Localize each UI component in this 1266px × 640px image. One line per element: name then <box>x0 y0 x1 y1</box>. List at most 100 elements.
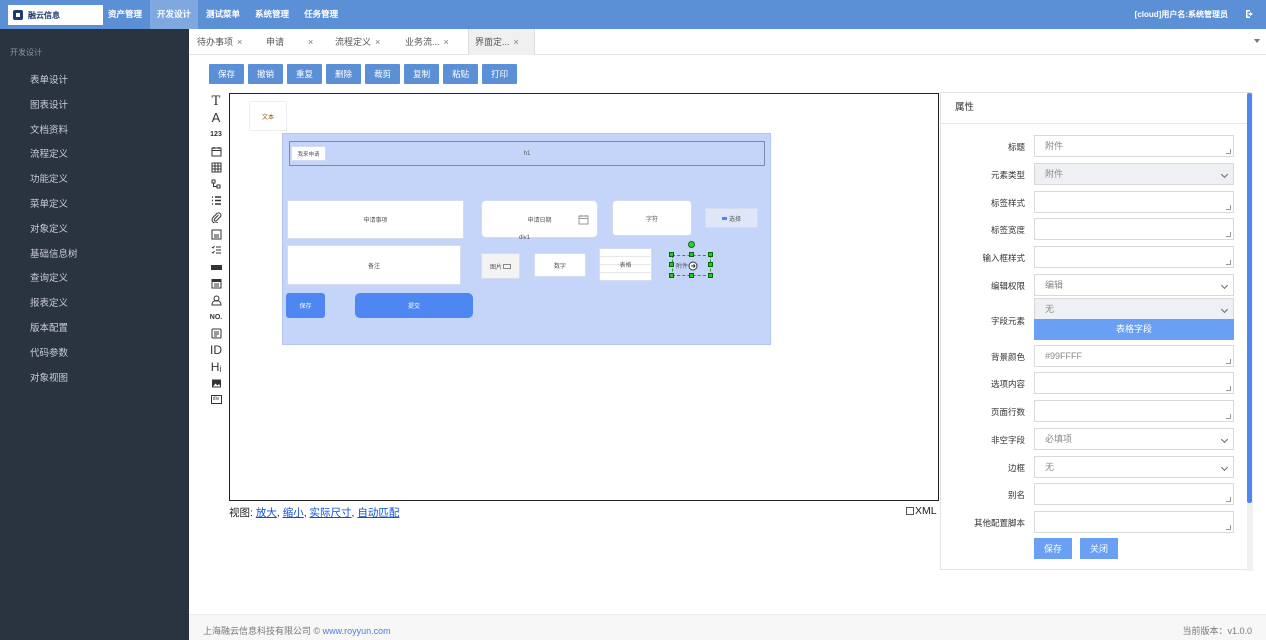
resize-handle[interactable] <box>669 252 674 257</box>
image-field[interactable]: 图片 <box>481 253 520 279</box>
tab-apply[interactable]: 申请 × <box>266 29 326 55</box>
required-select[interactable]: 必填项 <box>1034 428 1234 450</box>
copy-button[interactable]: 复制 <box>404 64 440 84</box>
note-field[interactable]: 备注 <box>287 245 461 285</box>
title-input[interactable]: 附件 <box>1034 135 1234 157</box>
item-field[interactable]: 申请事项 <box>287 200 464 239</box>
number-tool-icon[interactable]: 123 <box>207 126 225 143</box>
text-element[interactable]: 文本 <box>249 101 287 131</box>
sidebar-item-process-def[interactable]: 流程定义 <box>0 143 189 168</box>
border-select[interactable]: 无 <box>1034 456 1234 478</box>
site-link[interactable]: www.royyun.com <box>323 626 391 636</box>
paste-button[interactable]: 粘贴 <box>443 64 479 84</box>
tab-dropdown-icon[interactable] <box>1254 39 1260 43</box>
xml-checkbox[interactable] <box>906 507 914 515</box>
sidebar-item-object-def[interactable]: 对象定义 <box>0 218 189 243</box>
topnav-item-tasks[interactable]: 任务管理 <box>297 0 345 29</box>
upload-circle-icon[interactable] <box>688 261 698 271</box>
select-field[interactable]: 选择 <box>705 208 758 228</box>
calendar-icon[interactable] <box>578 214 589 225</box>
tab-close-icon[interactable]: × <box>514 37 519 47</box>
sidebar-item-report-def[interactable]: 报表定义 <box>0 292 189 317</box>
sidebar-item-query-def[interactable]: 查询定义 <box>0 267 189 292</box>
attachment-tool-icon[interactable] <box>207 209 225 226</box>
resize-grip-icon[interactable] <box>1226 414 1231 419</box>
topnav-item-test-menu[interactable]: 测试菜单 <box>199 0 247 29</box>
sidebar-item-code-params[interactable]: 代码参数 <box>0 342 189 367</box>
form-tool-icon[interactable] <box>207 325 225 342</box>
page-rows-input[interactable] <box>1034 400 1234 422</box>
design-canvas[interactable]: 文本 h1 我来申请 申请事项 申请日期 字符 选择 div1 备注 图片 数字… <box>229 93 939 501</box>
zoom-out-link[interactable]: 缩小 <box>283 507 304 519</box>
tab-close-icon[interactable]: × <box>375 37 380 47</box>
sidebar-item-menu-def[interactable]: 菜单定义 <box>0 193 189 218</box>
string-field[interactable]: 字符 <box>612 200 692 236</box>
table-tool-icon[interactable] <box>207 159 225 176</box>
date-tool-icon[interactable] <box>207 143 225 160</box>
topnav-item-dev-design[interactable]: 开发设计 <box>150 0 199 29</box>
actual-size-link[interactable]: 实际尺寸 <box>310 507 352 519</box>
list-tool-icon[interactable] <box>207 193 225 210</box>
sidebar-item-documents[interactable]: 文档资料 <box>0 119 189 144</box>
calendar-tool-icon[interactable] <box>207 276 225 293</box>
tab-close-icon[interactable]: × <box>308 37 313 47</box>
props-save-button[interactable]: 保存 <box>1034 538 1073 559</box>
text-tool-icon[interactable]: T <box>207 93 225 110</box>
app-logo[interactable]: 融云信息 <box>8 5 103 25</box>
sidebar-item-chart-design[interactable]: 图表设计 <box>0 94 189 119</box>
tab-process-def[interactable]: 流程定义 × <box>335 29 380 55</box>
label-width-input[interactable] <box>1034 218 1234 240</box>
delete-button[interactable]: 删除 <box>326 64 362 84</box>
input-style-input[interactable] <box>1034 246 1234 268</box>
zoom-in-link[interactable]: 放大 <box>256 507 277 519</box>
resize-handle[interactable] <box>689 273 694 278</box>
resize-grip-icon[interactable] <box>1226 260 1231 265</box>
user-tool-icon[interactable] <box>207 292 225 309</box>
other-script-input[interactable] <box>1034 511 1234 533</box>
resize-grip-icon[interactable] <box>1226 232 1231 237</box>
xml-toggle[interactable]: XML <box>906 505 937 517</box>
date-field[interactable]: 申请日期 <box>481 200 598 238</box>
resize-grip-icon[interactable] <box>1226 149 1231 154</box>
number-field[interactable]: 数字 <box>534 253 586 277</box>
heading-tool-icon[interactable]: Hᵢ <box>207 359 225 376</box>
tab-business-flow[interactable]: 业务流... × <box>405 29 449 55</box>
resize-grip-icon[interactable] <box>1226 386 1231 391</box>
textarea-tool-icon[interactable] <box>207 226 225 243</box>
element-type-select[interactable]: 附件 <box>1034 163 1234 185</box>
field-element-select[interactable]: 无 <box>1034 298 1234 320</box>
topnav-item-assets[interactable]: 资产管理 <box>101 0 149 29</box>
scrollbar-thumb[interactable] <box>1247 93 1252 503</box>
bg-color-input[interactable]: #99FFFF <box>1034 345 1234 367</box>
resize-grip-icon[interactable] <box>1226 497 1231 502</box>
rotate-handle-icon[interactable] <box>688 241 695 248</box>
save-button[interactable]: 保存 <box>209 64 245 84</box>
serial-number-tool-icon[interactable]: NO. <box>207 309 225 326</box>
resize-grip-icon[interactable] <box>1226 205 1231 210</box>
sidebar-item-base-tree[interactable]: 基础信息树 <box>0 243 189 268</box>
tab-close-icon[interactable]: × <box>237 37 242 47</box>
cut-button[interactable]: 裁剪 <box>365 64 401 84</box>
sidebar-item-form-design[interactable]: 表单设计 <box>0 69 189 94</box>
sidebar-item-function-def[interactable]: 功能定义 <box>0 168 189 193</box>
undo-button[interactable]: 撤销 <box>248 64 284 84</box>
sidebar-item-object-view[interactable]: 对象视图 <box>0 367 189 392</box>
topnav-item-system[interactable]: 系统管理 <box>248 0 296 29</box>
h1-element[interactable]: h1 <box>289 141 765 166</box>
logout-icon[interactable] <box>1245 9 1255 19</box>
table-field[interactable]: 表格 <box>599 248 652 281</box>
image-tool-icon[interactable] <box>207 375 225 392</box>
div-tool-icon[interactable]: div <box>210 394 222 404</box>
print-button[interactable]: 打印 <box>482 64 518 84</box>
user-name[interactable]: [cloud]用户名:系统管理员 <box>1135 0 1228 29</box>
form-container[interactable]: h1 我来申请 申请事项 申请日期 字符 选择 div1 备注 图片 数字 表格… <box>282 133 771 345</box>
form-save-button[interactable]: 保存 <box>286 293 325 318</box>
auto-fit-link[interactable]: 自动匹配 <box>357 507 399 519</box>
id-tool-icon[interactable]: ID <box>207 342 225 359</box>
panel-scrollbar[interactable] <box>1247 93 1253 571</box>
sidebar-item-version-config[interactable]: 版本配置 <box>0 317 189 342</box>
resize-handle[interactable] <box>669 273 674 278</box>
resize-handle[interactable] <box>669 262 674 267</box>
resize-grip-icon[interactable] <box>1226 525 1231 530</box>
form-title-element[interactable]: 我来申请 <box>291 146 326 161</box>
